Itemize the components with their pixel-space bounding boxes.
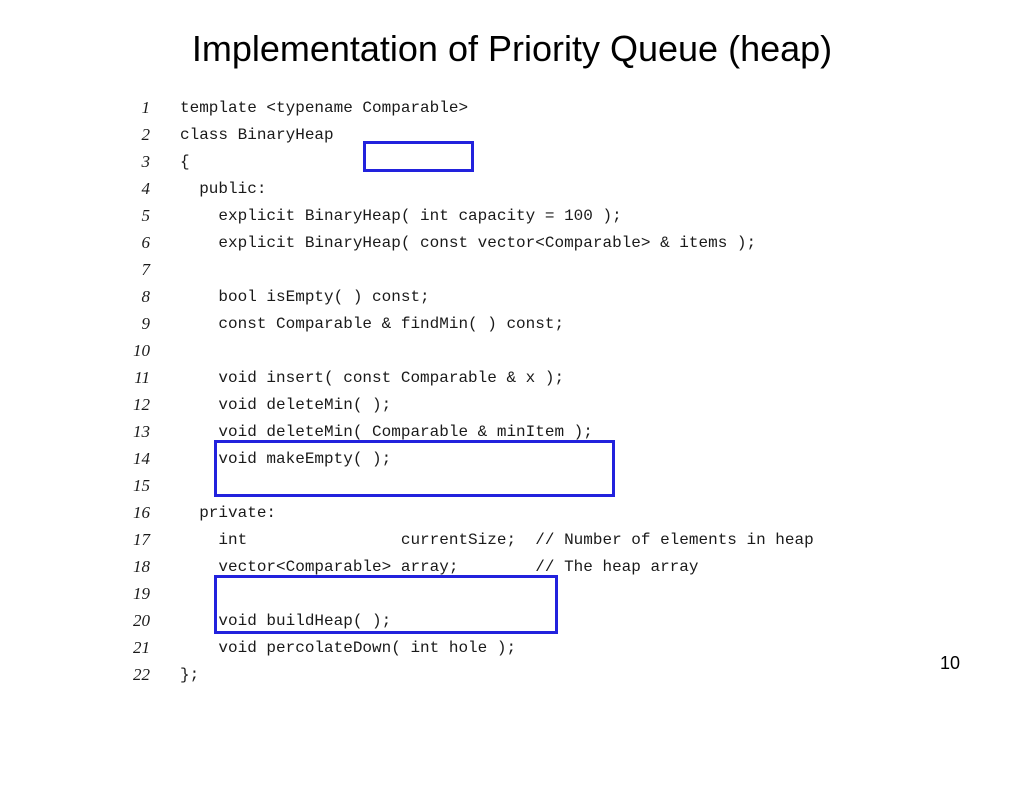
code-line: 4 public:: [120, 175, 1024, 202]
code-line: 21 void percolateDown( int hole );: [120, 634, 1024, 661]
code-line: 1 template <typename Comparable>: [120, 94, 1024, 121]
code-line: 15: [120, 472, 1024, 499]
code-text: void buildHeap( );: [180, 612, 391, 630]
code-line: 6 explicit BinaryHeap( const vector<Comp…: [120, 229, 1024, 256]
slide-title: Implementation of Priority Queue (heap): [0, 28, 1024, 70]
page-number: 10: [940, 653, 960, 674]
line-number: 15: [120, 476, 150, 496]
line-number: 14: [120, 449, 150, 469]
line-number: 6: [120, 233, 150, 253]
code-line: 17 int currentSize; // Number of element…: [120, 526, 1024, 553]
code-text: explicit BinaryHeap( int capacity = 100 …: [180, 207, 622, 225]
code-text: };: [180, 666, 199, 684]
code-text: void insert( const Comparable & x );: [180, 369, 564, 387]
line-number: 10: [120, 341, 150, 361]
code-line: 18 vector<Comparable> array; // The heap…: [120, 553, 1024, 580]
line-number: 3: [120, 152, 150, 172]
line-number: 5: [120, 206, 150, 226]
line-number: 20: [120, 611, 150, 631]
code-line: 7: [120, 256, 1024, 283]
code-text: class BinaryHeap: [180, 126, 334, 144]
code-line: 14 void makeEmpty( );: [120, 445, 1024, 472]
code-text: private:: [180, 504, 276, 522]
code-line: 16 private:: [120, 499, 1024, 526]
code-line: 22};: [120, 661, 1024, 688]
code-text: vector<Comparable> array; // The heap ar…: [180, 558, 698, 576]
line-number: 13: [120, 422, 150, 442]
line-number: 12: [120, 395, 150, 415]
line-number: 7: [120, 260, 150, 280]
code-text: void deleteMin( );: [180, 396, 391, 414]
line-number: 21: [120, 638, 150, 658]
line-number: 22: [120, 665, 150, 685]
code-line: 3{: [120, 148, 1024, 175]
code-text: template <typename Comparable>: [180, 99, 468, 117]
line-number: 18: [120, 557, 150, 577]
code-line: 5 explicit BinaryHeap( int capacity = 10…: [120, 202, 1024, 229]
code-text: int currentSize; // Number of elements i…: [180, 531, 814, 549]
code-line: 2 class BinaryHeap: [120, 121, 1024, 148]
line-number: 9: [120, 314, 150, 334]
line-number: 17: [120, 530, 150, 550]
line-number: 2: [120, 125, 150, 145]
code-text: public:: [180, 180, 266, 198]
code-text: explicit BinaryHeap( const vector<Compar…: [180, 234, 756, 252]
line-number: 19: [120, 584, 150, 604]
code-text: {: [180, 153, 190, 171]
code-text: void deleteMin( Comparable & minItem );: [180, 423, 593, 441]
code-line: 8 bool isEmpty( ) const;: [120, 283, 1024, 310]
code-line: 20 void buildHeap( );: [120, 607, 1024, 634]
code-text: void percolateDown( int hole );: [180, 639, 516, 657]
code-text: void makeEmpty( );: [180, 450, 391, 468]
line-number: 8: [120, 287, 150, 307]
line-number: 11: [120, 368, 150, 388]
code-line: 10: [120, 337, 1024, 364]
code-line: 19: [120, 580, 1024, 607]
line-number: 1: [120, 98, 150, 118]
code-line: 12 void deleteMin( );: [120, 391, 1024, 418]
code-line: 13 void deleteMin( Comparable & minItem …: [120, 418, 1024, 445]
code-line: 11 void insert( const Comparable & x );: [120, 364, 1024, 391]
line-number: 16: [120, 503, 150, 523]
code-line: 9 const Comparable & findMin( ) const;: [120, 310, 1024, 337]
code-text: const Comparable & findMin( ) const;: [180, 315, 564, 333]
code-text: bool isEmpty( ) const;: [180, 288, 430, 306]
code-block: 1 template <typename Comparable> 2 class Bi…: [120, 94, 1024, 688]
line-number: 4: [120, 179, 150, 199]
